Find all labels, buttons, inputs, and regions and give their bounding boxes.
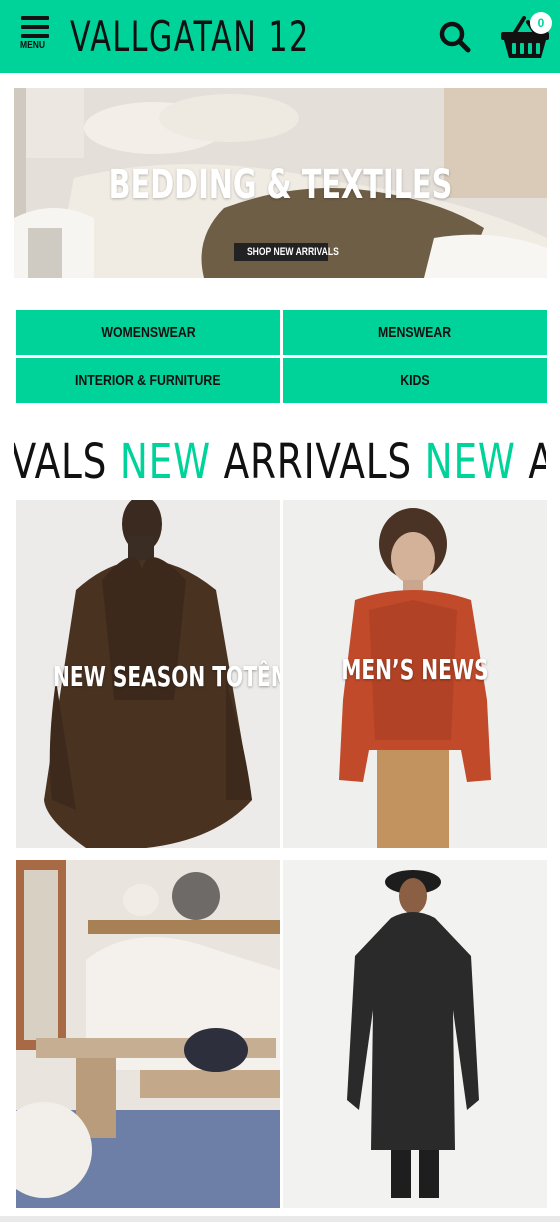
menu-button[interactable]: MENU bbox=[20, 14, 50, 54]
site-logo[interactable]: VALLGATAN 12 bbox=[70, 9, 310, 65]
search-button[interactable] bbox=[438, 20, 472, 54]
cart-count-badge: 0 bbox=[530, 12, 552, 34]
shop-new-arrivals-button[interactable]: SHOP NEW ARRIVALS bbox=[234, 243, 339, 261]
hamburger-icon bbox=[21, 16, 49, 38]
category-interior-button[interactable]: INTERIOR & FURNITURE bbox=[16, 358, 280, 403]
bottom-divider bbox=[0, 1216, 560, 1222]
marquee-text: RIVALS NEW ARRIVALS NEW ARRI bbox=[14, 434, 546, 490]
puffer-coat-image bbox=[283, 860, 547, 1208]
tile-interior[interactable] bbox=[16, 860, 280, 1208]
tile-label: NEW SEASON TOTÊME bbox=[52, 660, 280, 693]
tile-label: MEN’S NEWS bbox=[341, 653, 489, 686]
site-header: MENU VALLGATAN 12 0 bbox=[0, 0, 560, 73]
tile-puffer-coat[interactable] bbox=[283, 860, 547, 1208]
category-menswear-button[interactable]: MENSWEAR bbox=[283, 310, 547, 355]
hero-title: BEDDING & TEXTILES bbox=[108, 162, 453, 208]
interior-living-room-image bbox=[16, 860, 280, 1208]
category-kids-button[interactable]: KIDS bbox=[283, 358, 547, 403]
hero-banner[interactable]: BEDDING & TEXTILES SHOP NEW ARRIVALS bbox=[14, 88, 547, 278]
new-arrivals-marquee[interactable]: RIVALS NEW ARRIVALS NEW ARRI bbox=[14, 434, 546, 490]
search-icon bbox=[439, 21, 471, 53]
category-womenswear-button[interactable]: WOMENSWEAR bbox=[16, 310, 280, 355]
menu-label: MENU bbox=[20, 40, 46, 51]
tile-mens-news[interactable]: MEN’S NEWS bbox=[283, 500, 547, 848]
tile-new-season-toteme[interactable]: NEW SEASON TOTÊME bbox=[16, 500, 280, 848]
cart-button[interactable]: 0 bbox=[500, 12, 554, 62]
